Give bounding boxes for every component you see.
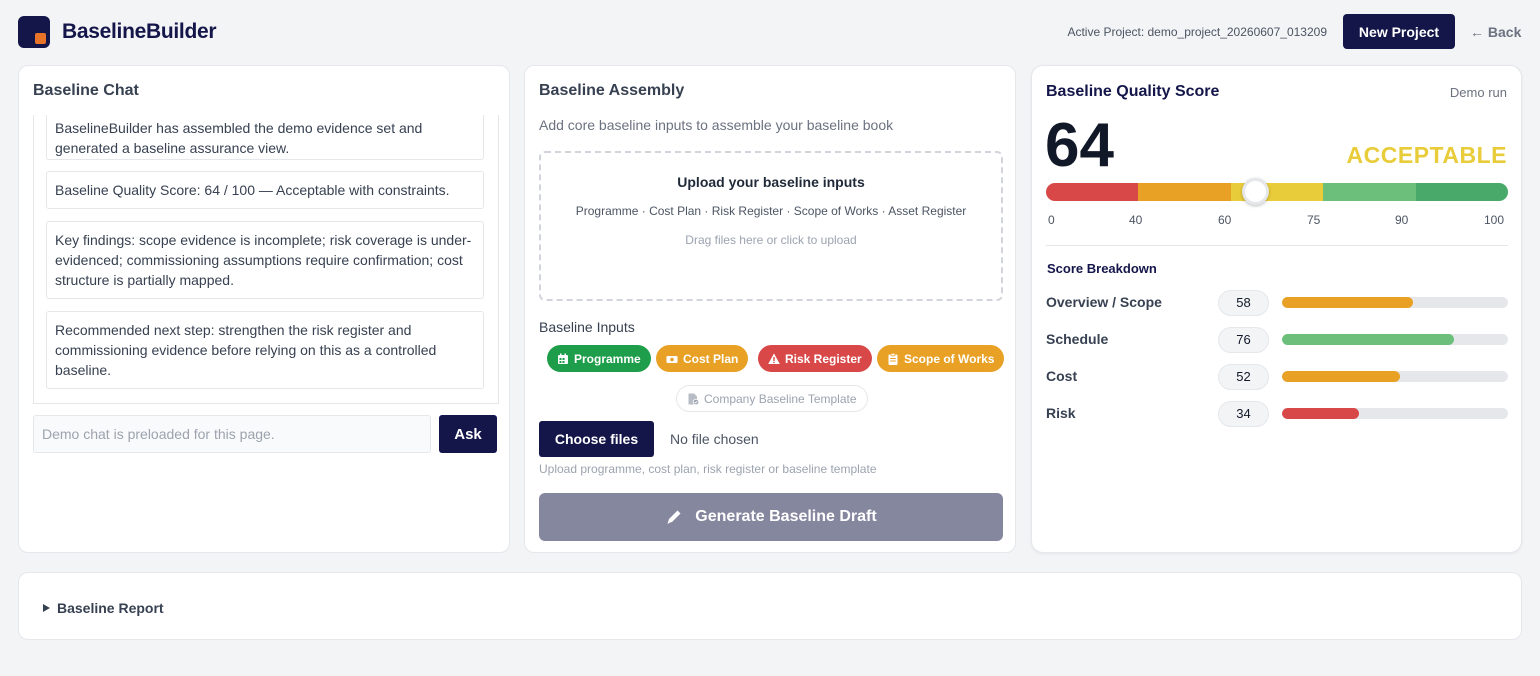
breakdown-label: Schedule [1046, 331, 1109, 347]
breakdown-value-badge: 58 [1218, 290, 1269, 316]
pill-scope-of-works[interactable]: Scope of Works [877, 345, 1005, 372]
chat-message: Recommended next step: strengthen the ri… [46, 311, 484, 389]
breakdown-bar [1282, 297, 1508, 308]
baseline-report-toggle[interactable]: Baseline Report [43, 600, 164, 616]
baseline-inputs-label: Baseline Inputs [539, 319, 635, 335]
dropzone-file-types: Programme · Cost Plan · Risk Register · … [575, 204, 967, 218]
money-icon [666, 355, 678, 363]
gauge-segment-poor [1046, 183, 1138, 201]
app-logo [18, 16, 50, 48]
pill-label: Scope of Works [904, 351, 995, 366]
top-bar: BaselineBuilder Active Project: demo_pro… [0, 0, 1540, 64]
gauge-segment-good [1323, 183, 1416, 201]
gauge-tick: 75 [1307, 213, 1321, 227]
score-value: 64 [1045, 111, 1114, 180]
generate-baseline-draft-button[interactable]: Generate Baseline Draft [539, 493, 1003, 541]
gauge-tick: 60 [1218, 213, 1232, 227]
breakdown-label: Overview / Scope [1046, 294, 1162, 310]
breakdown-value-badge: 52 [1218, 364, 1269, 390]
breakdown-label: Cost [1046, 368, 1078, 384]
pill-cost-plan[interactable]: Cost Plan [656, 345, 749, 372]
chat-message: Baseline Quality Score: 64 / 100 — Accep… [46, 171, 484, 209]
warning-icon [768, 353, 780, 364]
baseline-report-panel: Baseline Report [18, 572, 1522, 640]
dropzone-title: Upload your baseline inputs [677, 174, 865, 190]
gauge-tick: 100 [1484, 213, 1505, 227]
chat-message: Key findings: scope evidence is incomple… [46, 221, 484, 299]
score-gauge [1046, 183, 1508, 201]
breakdown-bar-fill [1282, 408, 1359, 419]
gauge-segment-weak [1138, 183, 1231, 201]
brand-name: BaselineBuilder [62, 20, 217, 43]
report-label: Baseline Report [57, 600, 164, 616]
clipboard-icon [888, 352, 898, 365]
chat-message: BaselineBuilder has assembled the demo e… [46, 115, 484, 160]
chat-input[interactable] [33, 415, 431, 453]
choose-files-button[interactable]: Choose files [539, 421, 654, 457]
divider [1046, 245, 1508, 246]
score-status: ACCEPTABLE [1346, 142, 1507, 168]
gauge-knob [1241, 178, 1269, 205]
generate-label: Generate Baseline Draft [695, 508, 877, 525]
run-mode-label: Demo run [1449, 85, 1507, 100]
breakdown-bar [1282, 408, 1508, 419]
breakdown-label: Risk [1046, 405, 1076, 421]
chat-message-list[interactable]: BaselineBuilder has assembled the demo e… [33, 115, 499, 404]
back-link[interactable]: ← Back [1470, 24, 1521, 40]
chat-title: Baseline Chat [33, 82, 139, 99]
gauge-tick: 90 [1395, 213, 1409, 227]
pill-label: Company Baseline Template [704, 391, 857, 406]
active-project-label: Active Project: demo_project_20260607_01… [1067, 25, 1327, 39]
score-title: Baseline Quality Score [1046, 83, 1220, 100]
no-file-text: No file chosen [670, 431, 759, 447]
breakdown-value-badge: 76 [1218, 327, 1269, 353]
upload-dropzone[interactable]: Upload your baseline inputs Programme · … [539, 151, 1003, 301]
pill-label: Programme [574, 351, 641, 366]
caret-right-icon [43, 604, 50, 612]
pill-label: Cost Plan [683, 351, 739, 366]
pill-risk-register[interactable]: Risk Register [758, 345, 872, 372]
breakdown-value-badge: 34 [1218, 401, 1269, 427]
baseline-quality-score-panel: Baseline Quality Score Demo run 64 ACCEP… [1031, 65, 1522, 553]
gauge-tick: 0 [1048, 213, 1055, 227]
pill-label: Risk Register [785, 351, 862, 366]
calendar-icon [558, 353, 568, 364]
baseline-chat-panel: Baseline Chat BaselineBuilder has assemb… [18, 65, 510, 553]
breakdown-bar-fill [1282, 297, 1414, 308]
breakdown-bar-fill [1282, 334, 1454, 345]
assembly-subtitle: Add core baseline inputs to assemble you… [539, 117, 894, 133]
baseline-assembly-panel: Baseline Assembly Add core baseline inpu… [524, 65, 1016, 553]
ask-button[interactable]: Ask [439, 415, 497, 453]
gauge-tick: 40 [1129, 213, 1143, 227]
upload-hint: Upload programme, cost plan, risk regist… [539, 462, 877, 476]
breakdown-bar [1282, 334, 1508, 345]
breakdown-bar [1282, 371, 1508, 382]
new-project-button[interactable]: New Project [1343, 14, 1455, 49]
breakdown-bar-fill [1282, 371, 1400, 382]
pill-company-baseline-template[interactable]: Company Baseline Template [676, 385, 868, 412]
dropzone-hint: Drag files here or click to upload [685, 233, 857, 247]
score-breakdown-title: Score Breakdown [1047, 261, 1157, 276]
pencil-icon [667, 510, 681, 524]
file-check-icon [688, 393, 699, 405]
pill-programme[interactable]: Programme [547, 345, 651, 372]
assembly-title: Baseline Assembly [539, 82, 685, 99]
gauge-segment-excellent [1416, 183, 1508, 201]
